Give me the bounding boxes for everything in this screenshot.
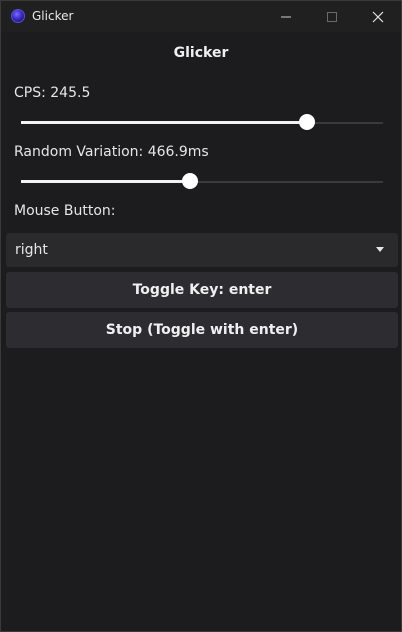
mouse-button-select[interactable]: right (6, 233, 398, 267)
minimize-icon (281, 16, 291, 17)
app-logo-icon (11, 9, 25, 23)
random-variation-slider[interactable] (21, 173, 383, 191)
caret-down-icon (376, 247, 384, 252)
maximize-button[interactable] (309, 1, 355, 32)
mouse-button-label: Mouse Button: (14, 203, 116, 219)
close-icon (372, 11, 384, 22)
slider-thumb[interactable] (182, 173, 199, 189)
stop-button[interactable]: Stop (Toggle with enter) (6, 312, 398, 348)
random-variation-label: Random Variation: 466.9ms (14, 144, 209, 160)
slider-fill (21, 121, 307, 124)
mouse-button-value: right (15, 242, 48, 258)
slider-thumb[interactable] (298, 114, 315, 130)
close-button[interactable] (355, 1, 401, 32)
title-bar[interactable]: Glicker (1, 1, 401, 32)
app-heading: Glicker (173, 45, 229, 61)
app-window: Glicker Glicker CPS: 245.5 Random Variat… (0, 0, 402, 632)
cps-slider[interactable] (21, 114, 383, 132)
minimize-button[interactable] (263, 1, 309, 32)
slider-fill (21, 180, 191, 183)
toggle-key-button[interactable]: Toggle Key: enter (6, 272, 398, 308)
maximize-icon (327, 11, 337, 22)
cps-label: CPS: 245.5 (14, 85, 91, 101)
window-title: Glicker (32, 9, 74, 23)
